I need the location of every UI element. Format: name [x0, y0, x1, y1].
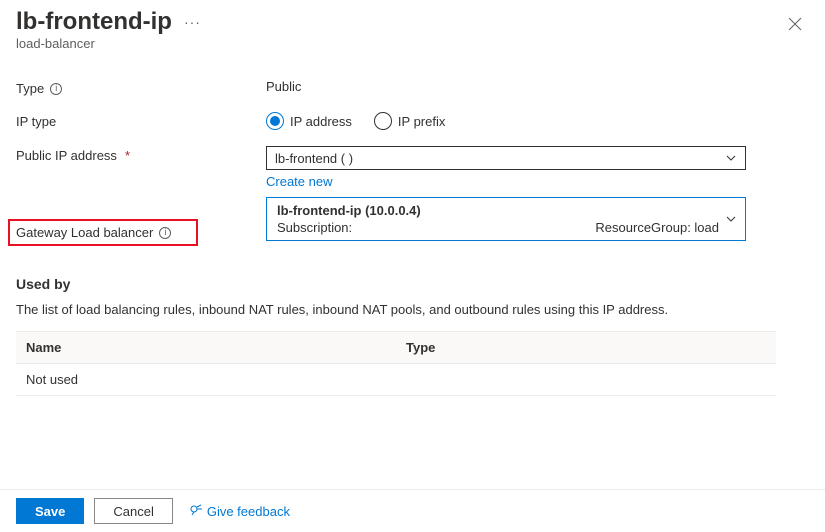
info-icon[interactable]: i	[50, 83, 62, 95]
radio-selected-icon	[266, 112, 284, 130]
gateway-label: Gateway Load balancer	[16, 225, 153, 240]
gateway-select[interactable]: lb-frontend-ip (10.0.0.4) Subscription: …	[266, 197, 746, 241]
ip-prefix-radio-label: IP prefix	[398, 114, 445, 129]
ip-type-label: IP type	[16, 114, 56, 129]
table-header-row: Name Type	[16, 332, 776, 364]
public-ip-select-value: lb-frontend ( )	[275, 151, 353, 166]
page-subtitle: load-balancer	[16, 36, 809, 51]
chevron-down-icon	[725, 213, 737, 225]
ip-address-radio-label: IP address	[290, 114, 352, 129]
gateway-select-title: lb-frontend-ip (10.0.0.4)	[277, 203, 719, 218]
cancel-button[interactable]: Cancel	[94, 498, 172, 524]
gateway-label-highlight: Gateway Load balancer i	[8, 219, 198, 246]
required-indicator: *	[125, 148, 130, 163]
not-used-cell: Not used	[16, 364, 396, 396]
save-button[interactable]: Save	[16, 498, 84, 524]
column-type[interactable]: Type	[396, 332, 776, 364]
more-actions-button[interactable]: ···	[184, 14, 201, 30]
ip-address-radio[interactable]: IP address	[266, 112, 352, 130]
give-feedback-link[interactable]: Give feedback	[189, 504, 290, 519]
column-name[interactable]: Name	[16, 332, 396, 364]
info-icon[interactable]: i	[159, 227, 171, 239]
type-label: Type	[16, 81, 44, 96]
public-ip-label: Public IP address	[16, 148, 117, 163]
page-title: lb-frontend-ip	[16, 8, 172, 36]
give-feedback-label: Give feedback	[207, 504, 290, 519]
used-by-title: Used by	[16, 276, 809, 292]
table-row: Not used	[16, 364, 776, 396]
gateway-resourcegroup-label: ResourceGroup: load	[595, 220, 719, 235]
close-icon	[788, 17, 802, 31]
ip-prefix-radio[interactable]: IP prefix	[374, 112, 445, 130]
used-by-table: Name Type Not used	[16, 331, 776, 396]
create-new-link[interactable]: Create new	[266, 174, 332, 189]
radio-unselected-icon	[374, 112, 392, 130]
close-button[interactable]	[785, 14, 805, 34]
chevron-down-icon	[725, 152, 737, 164]
gateway-subscription-label: Subscription:	[277, 220, 352, 235]
used-by-description: The list of load balancing rules, inboun…	[16, 302, 809, 317]
type-value: Public	[266, 79, 301, 94]
feedback-icon	[189, 504, 203, 518]
public-ip-select[interactable]: lb-frontend ( )	[266, 146, 746, 170]
